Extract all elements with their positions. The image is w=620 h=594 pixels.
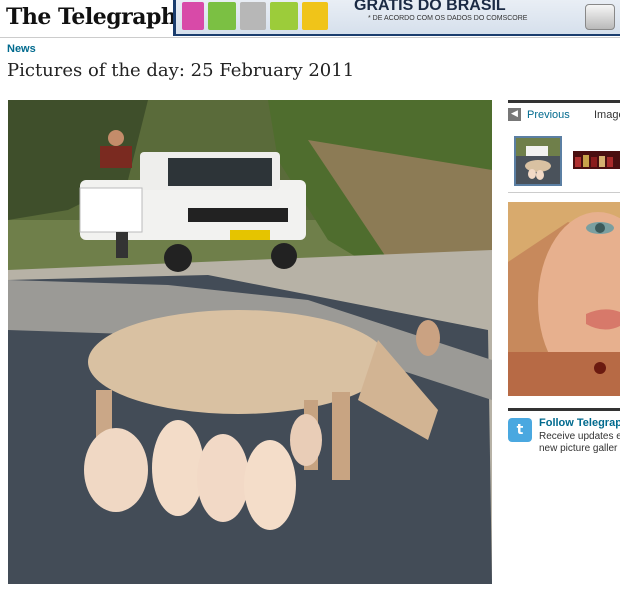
ad-graphic [270,2,298,30]
chevron-left-icon: ◀ [508,108,521,121]
follow-line-1: Receive updates ev [539,431,620,442]
ad-graphic [182,2,204,30]
gallery-pager: ◀ Previous Image [508,100,620,193]
twitter-icon[interactable]: t [508,418,532,442]
follow-telegraph: t Follow Telegraph Receive updates ev ne… [508,408,620,461]
masthead: The Telegraph GRATIS DO BRASIL * DE ACOR… [0,0,620,38]
divider [508,192,620,193]
ad-graphic [240,2,266,30]
thumbnail[interactable] [573,151,620,169]
previous-button[interactable]: ◀ Previous [508,108,570,121]
page-title: Pictures of the day: 25 February 2011 [7,60,355,81]
thumbnail-active[interactable] [514,136,562,186]
image-counter-label: Image [594,109,620,121]
header-divider [0,37,620,38]
telegraph-logo[interactable]: The Telegraph [6,4,177,30]
banner-ad[interactable]: GRATIS DO BRASIL * DE ACORDO COM OS DADO… [173,0,620,36]
main-photo[interactable] [8,100,492,584]
sidebar-ad-image[interactable] [508,202,620,396]
follow-line-2: new picture galler [539,443,618,454]
ad-headline: GRATIS DO BRASIL [354,0,506,14]
follow-title[interactable]: Follow Telegraph [539,417,620,429]
ad-graphic [302,2,328,30]
previous-label: Previous [527,108,570,121]
section-link[interactable]: News [7,43,36,55]
follow-description: Receive updates ev new picture galler [539,431,620,455]
trophy-icon [585,4,615,30]
ad-subtext: * DE ACORDO COM OS DADOS DO COMSCORE [368,15,528,22]
ad-graphic [208,2,236,30]
